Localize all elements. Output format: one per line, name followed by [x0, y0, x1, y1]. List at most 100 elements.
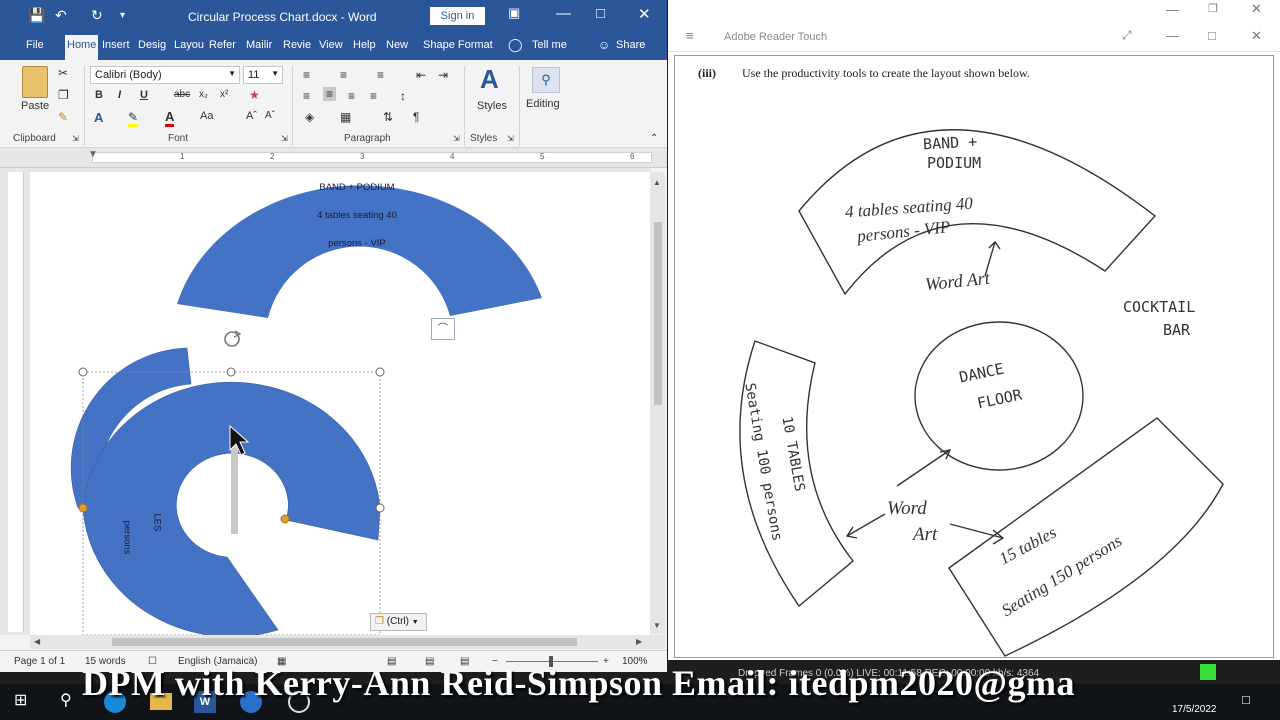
clipboard-launcher-icon[interactable]: ⇲ — [72, 134, 79, 143]
scrollbar-thumb[interactable] — [654, 222, 662, 405]
subscript-icon[interactable]: x₂ — [199, 89, 208, 100]
styles-icon[interactable]: A — [480, 64, 499, 95]
arrow-icon — [845, 513, 886, 539]
paste-button-label[interactable]: Paste — [21, 100, 49, 112]
underline-icon[interactable]: U — [140, 89, 148, 101]
close-button[interactable]: ✕ — [1251, 28, 1262, 44]
sign-in-button[interactable]: Sign in — [430, 7, 485, 25]
justify-icon[interactable]: ≡ — [370, 89, 377, 103]
font-size-combo[interactable]: 11 ▼ — [243, 66, 283, 84]
resize-handle[interactable] — [375, 367, 385, 377]
maximize-button[interactable]: □ — [1208, 28, 1216, 43]
show-marks-icon[interactable]: ¶ — [413, 110, 419, 124]
adjust-handle[interactable] — [280, 514, 290, 524]
save-icon[interactable]: 💾 — [28, 7, 45, 24]
tab-home[interactable]: Home — [65, 35, 99, 60]
bullets-icon[interactable]: ≡ — [303, 68, 310, 82]
superscript-icon[interactable]: x² — [220, 89, 228, 100]
change-case-icon[interactable]: Aa — [200, 110, 213, 122]
share-button[interactable]: Share — [616, 39, 645, 51]
document-page[interactable]: BAND + PODIUM 4 tables seating 40 person… — [30, 172, 650, 635]
align-center-icon[interactable]: ≡ — [323, 87, 337, 101]
styles-launcher-icon[interactable]: ⇲ — [507, 134, 514, 143]
minimize-button[interactable]: — — [1166, 28, 1179, 43]
search-icon[interactable]: ⚲ — [60, 690, 72, 710]
cut-icon[interactable]: ✂ — [58, 66, 68, 80]
hamburger-menu-icon[interactable]: ≡ — [686, 28, 694, 43]
restore-button[interactable]: ❐ — [1208, 2, 1218, 15]
tab-mailings[interactable]: Mailir — [246, 39, 272, 51]
notifications-icon[interactable]: □ — [1242, 692, 1250, 707]
format-painter-icon[interactable]: ✎ — [58, 110, 68, 124]
redo-icon[interactable]: ↻ — [91, 7, 103, 24]
multilevel-list-icon[interactable]: ≡ — [377, 68, 384, 82]
sort-icon[interactable]: ⇅ — [383, 110, 393, 124]
shading-icon[interactable]: ◈ — [305, 110, 314, 124]
increase-indent-icon[interactable]: ⇥ — [438, 68, 448, 82]
italic-icon[interactable]: I — [118, 89, 121, 101]
scroll-right-icon[interactable]: ▶ — [636, 637, 642, 646]
paste-options-button[interactable]: ❐ (Ctrl) ▼ — [370, 613, 427, 631]
tab-layout[interactable]: Layou — [174, 39, 204, 51]
align-left-icon[interactable]: ≡ — [303, 89, 310, 103]
paste-icon[interactable] — [22, 66, 48, 98]
ribbon-display-icon[interactable]: ▣ — [508, 5, 520, 21]
font-name-combo[interactable]: Calibri (Body) ▼ — [90, 66, 240, 84]
borders-icon[interactable]: ▦ — [340, 110, 351, 124]
font-launcher-icon[interactable]: ⇲ — [281, 134, 288, 143]
decrease-indent-icon[interactable]: ⇤ — [416, 68, 426, 82]
minimize-button[interactable]: — — [556, 5, 571, 22]
minimize-button[interactable]: — — [1166, 2, 1179, 17]
collapse-ribbon-icon[interactable]: ⌃ — [650, 133, 658, 144]
rotate-handle-icon[interactable] — [224, 330, 242, 347]
scroll-up-icon[interactable]: ▲ — [653, 178, 661, 187]
undo-icon[interactable]: ↶ — [55, 7, 67, 24]
page-count[interactable]: Page 1 of 1 — [14, 656, 65, 667]
tab-view[interactable]: View — [319, 39, 343, 51]
text-effects-icon[interactable]: A — [94, 110, 103, 125]
customize-qat-icon[interactable]: ▾ — [120, 10, 125, 21]
editing-button[interactable]: Editing — [526, 98, 560, 110]
bold-icon[interactable]: B — [95, 89, 103, 101]
expand-icon[interactable]: ⤢ — [1122, 28, 1132, 43]
tab-shape-format[interactable]: Shape Format — [423, 39, 493, 51]
tab-references[interactable]: Refer — [209, 39, 236, 51]
tab-file[interactable]: File — [26, 39, 44, 51]
tab-help[interactable]: Help — [353, 39, 376, 51]
close-button[interactable]: ✕ — [1251, 1, 1262, 17]
numbering-icon[interactable]: ≡ — [340, 68, 347, 82]
scroll-down-icon[interactable]: ▼ — [653, 621, 661, 630]
line-spacing-icon[interactable]: ↕ — [400, 89, 406, 103]
vertical-scrollbar[interactable]: ▲ ▼ — [651, 172, 665, 634]
font-color-icon[interactable]: A — [165, 109, 175, 127]
taskbar-date[interactable]: 17/5/2022 — [1172, 704, 1217, 715]
scroll-left-icon[interactable]: ◀ — [34, 637, 40, 646]
strikethrough-icon[interactable]: abc — [174, 89, 190, 100]
resize-handle[interactable] — [78, 367, 88, 377]
close-button[interactable]: ✕ — [638, 5, 651, 23]
copy-icon[interactable]: ❐ — [58, 88, 69, 102]
editing-icon[interactable]: ⚲ — [532, 67, 560, 93]
tab-new[interactable]: New — [386, 39, 408, 51]
resize-handle[interactable] — [226, 367, 236, 377]
styles-button[interactable]: Styles — [477, 100, 507, 112]
tab-insert[interactable]: Insert — [102, 39, 130, 51]
adjust-handle[interactable] — [78, 503, 88, 513]
windows-start-icon[interactable]: ⊞ — [14, 690, 27, 710]
paragraph-launcher-icon[interactable]: ⇲ — [453, 134, 460, 143]
shrink-font-icon[interactable]: Aˇ — [265, 110, 275, 121]
tab-design[interactable]: Desig — [138, 39, 166, 51]
clear-formatting-icon[interactable]: ★ — [249, 88, 260, 102]
clipboard-icon: ❐ — [375, 616, 384, 627]
tell-me-box[interactable]: Tell me — [532, 39, 567, 51]
align-right-icon[interactable]: ≡ — [348, 89, 355, 103]
scrollbar-thumb[interactable] — [112, 638, 577, 646]
grow-font-icon[interactable]: Aˆ — [246, 110, 257, 122]
indent-marker-icon[interactable]: ▼ — [88, 149, 98, 160]
maximize-button[interactable]: □ — [596, 5, 605, 22]
layout-options-icon[interactable]: ⌒ — [431, 318, 455, 340]
tab-review[interactable]: Revie — [283, 39, 311, 51]
resize-handle[interactable] — [375, 503, 385, 513]
horizontal-scrollbar[interactable]: ◀ ▶ — [30, 635, 665, 649]
highlight-icon[interactable]: ✎ — [128, 110, 139, 127]
